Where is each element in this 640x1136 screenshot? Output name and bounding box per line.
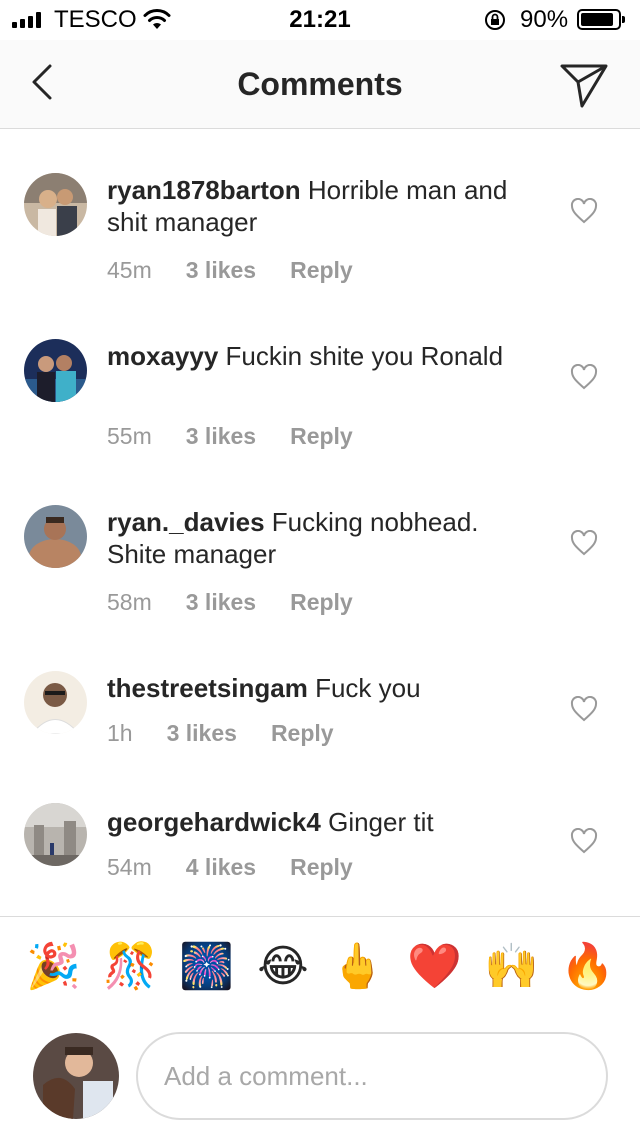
comment-time: 55m xyxy=(107,423,152,449)
comment-input-container xyxy=(136,1032,608,1120)
current-user-avatar[interactable] xyxy=(33,1033,119,1119)
comment-body: ryan._davies Fucking nobhead. Shite mana… xyxy=(107,506,527,570)
comment-meta: 58m 3 likes Reply xyxy=(107,589,353,616)
comment-time: 54m xyxy=(107,854,152,880)
fire-emoji[interactable]: 🔥 xyxy=(560,940,615,994)
avatar[interactable] xyxy=(24,173,87,236)
page-title: Comments xyxy=(237,66,403,102)
status-bar: TESCO 21:21 90% xyxy=(0,0,640,40)
comment-likes[interactable]: 4 likes xyxy=(186,854,256,881)
fireworks-emoji[interactable]: 🎆 xyxy=(179,940,234,994)
comment-time: 45m xyxy=(107,257,152,283)
comment-item: ryan._davies Fucking nobhead. Shite mana… xyxy=(0,462,640,628)
emoji-quick-bar: 🎉 🎊 🎆 😂 🖕 ❤️ 🙌 🔥 xyxy=(0,940,640,1000)
comment-list: ryan1878barton Horrible man and shit man… xyxy=(0,130,640,902)
comment-meta: 54m 4 likes Reply xyxy=(107,854,353,881)
comment-likes[interactable]: 3 likes xyxy=(186,423,256,450)
battery-icon xyxy=(577,9,625,30)
comment-meta: 1h 3 likes Reply xyxy=(107,720,334,747)
heart-icon[interactable] xyxy=(570,530,598,556)
heart-icon[interactable] xyxy=(570,696,598,722)
comment-username[interactable]: moxayyy xyxy=(107,341,218,371)
comment-meta: 55m 3 likes Reply xyxy=(107,423,353,450)
reply-button[interactable]: Reply xyxy=(290,589,353,616)
comment-body: ryan1878barton Horrible man and shit man… xyxy=(107,174,527,238)
red-heart-emoji[interactable]: ❤️ xyxy=(407,940,462,994)
comment-item: moxayyy Fuckin shite you Ronald 55m 3 li… xyxy=(0,296,640,462)
reply-button[interactable]: Reply xyxy=(290,257,353,284)
nav-header: Comments xyxy=(0,40,640,129)
comment-text: Ginger tit xyxy=(328,807,434,837)
comment-time: 1h xyxy=(107,720,133,746)
avatar[interactable] xyxy=(24,803,87,866)
comment-likes[interactable]: 3 likes xyxy=(186,589,256,616)
reply-button[interactable]: Reply xyxy=(290,854,353,881)
comment-username[interactable]: ryan._davies xyxy=(107,507,265,537)
heart-icon[interactable] xyxy=(570,364,598,390)
tears-of-joy-emoji[interactable]: 😂 xyxy=(256,940,310,994)
divider xyxy=(0,916,640,917)
comment-input[interactable] xyxy=(138,1034,606,1118)
middle-finger-emoji[interactable]: 🖕 xyxy=(330,940,385,994)
comment-body: thestreetsingam Fuck you xyxy=(107,672,527,704)
comment-body: moxayyy Fuckin shite you Ronald xyxy=(107,340,527,372)
reply-button[interactable]: Reply xyxy=(271,720,334,747)
comment-meta: 45m 3 likes Reply xyxy=(107,257,353,284)
raising-hands-emoji[interactable]: 🙌 xyxy=(484,940,539,994)
comment-username[interactable]: georgehardwick4 xyxy=(107,807,321,837)
comment-item: georgehardwick4 Ginger tit 54m 4 likes R… xyxy=(0,762,640,902)
reply-button[interactable]: Reply xyxy=(290,423,353,450)
comment-likes[interactable]: 3 likes xyxy=(167,720,237,747)
heart-icon[interactable] xyxy=(570,828,598,854)
orientation-lock-icon xyxy=(485,10,505,30)
comment-text: Fuck you xyxy=(315,673,421,703)
avatar[interactable] xyxy=(24,671,87,734)
party-popper-emoji[interactable]: 🎉 xyxy=(26,940,81,994)
confetti-ball-emoji[interactable]: 🎊 xyxy=(103,940,158,994)
comment-likes[interactable]: 3 likes xyxy=(186,257,256,284)
comment-item: thestreetsingam Fuck you 1h 3 likes Repl… xyxy=(0,628,640,762)
comment-body: georgehardwick4 Ginger tit xyxy=(107,806,527,838)
battery-percent: 90% xyxy=(520,6,569,33)
comment-username[interactable]: thestreetsingam xyxy=(107,673,308,703)
avatar[interactable] xyxy=(24,505,87,568)
paper-plane-icon[interactable] xyxy=(558,58,610,110)
comment-text: Fuckin shite you Ronald xyxy=(225,341,504,371)
comment-username[interactable]: ryan1878barton xyxy=(107,175,301,205)
heart-icon[interactable] xyxy=(570,198,598,224)
comment-item: ryan1878barton Horrible man and shit man… xyxy=(0,130,640,296)
avatar[interactable] xyxy=(24,339,87,402)
comment-time: 58m xyxy=(107,589,152,615)
